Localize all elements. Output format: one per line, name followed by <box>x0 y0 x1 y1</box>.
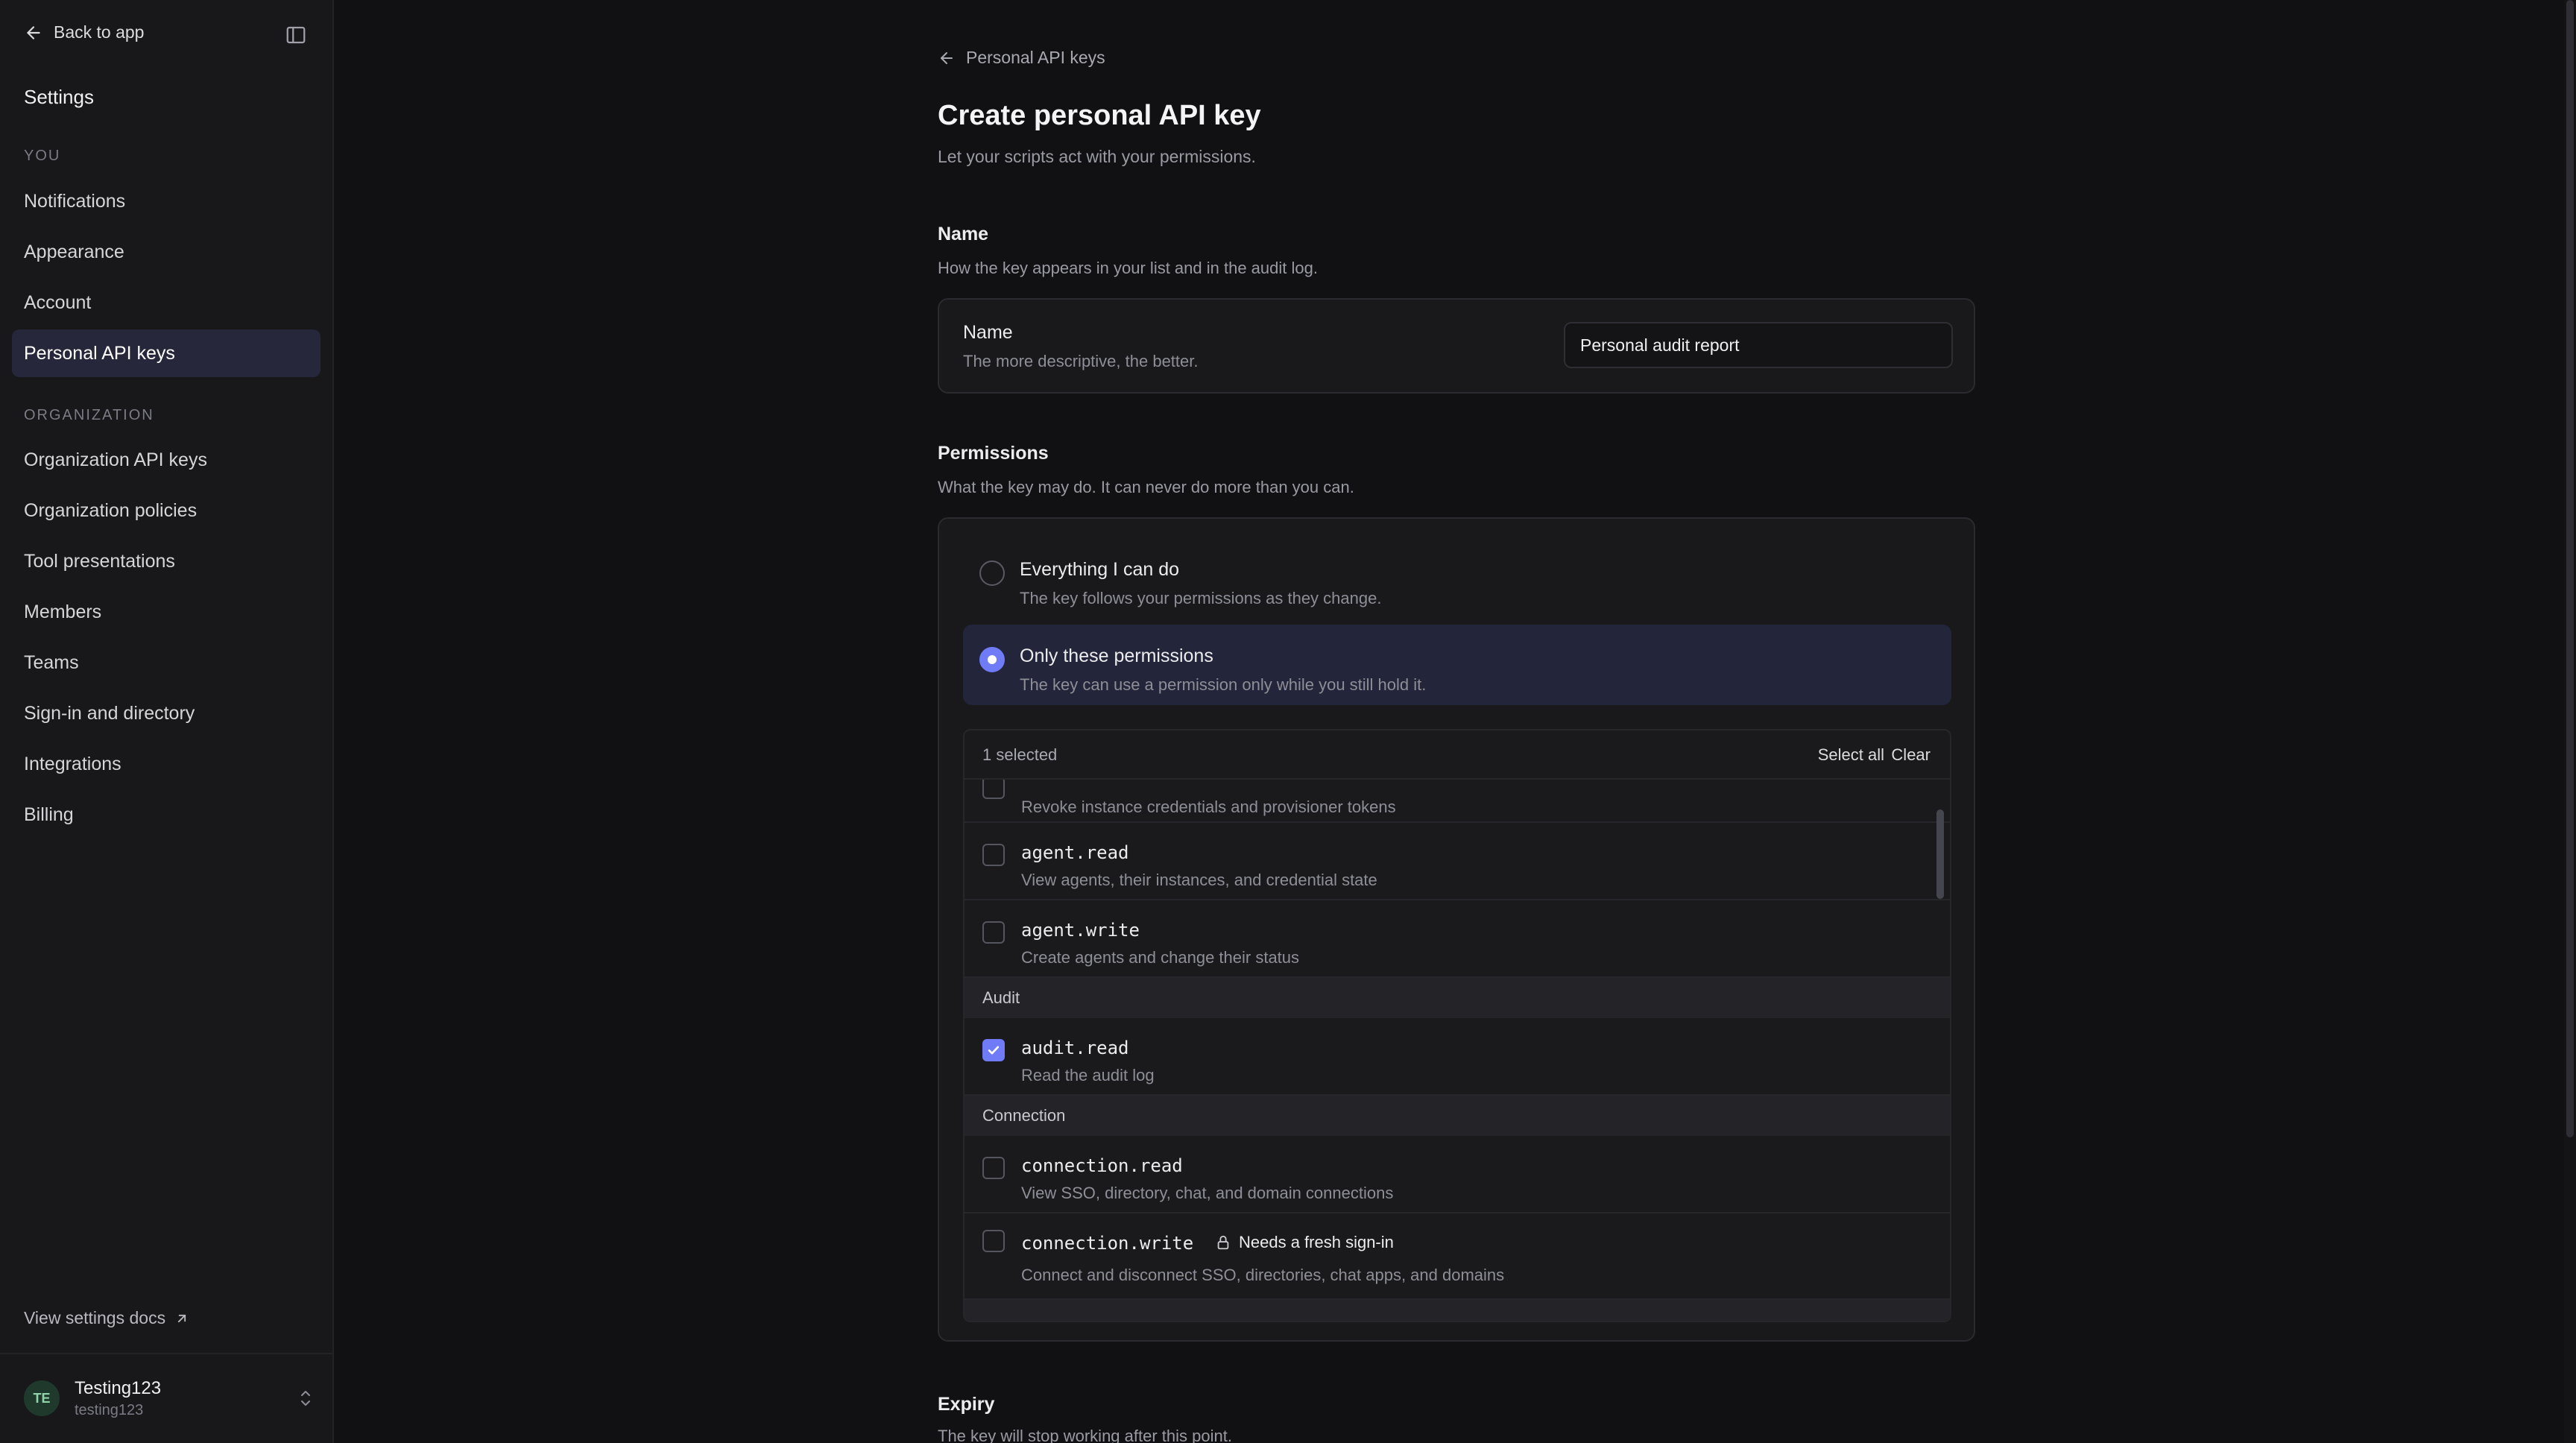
sidebar-item-account[interactable]: Account <box>12 279 321 326</box>
option-everything-description: The key follows your permissions as they… <box>1020 589 1382 607</box>
sidebar-item-teams[interactable]: Teams <box>12 639 321 686</box>
permission-list[interactable]: 1 selected Select all Clear Revoke insta… <box>963 729 1951 1322</box>
breadcrumb[interactable]: Personal API keys <box>938 48 1105 68</box>
permission-checkbox[interactable] <box>982 921 1005 944</box>
permission-description: Revoke instance credentials and provisio… <box>1021 798 1396 816</box>
sidebar-item-appearance[interactable]: Appearance <box>12 228 321 276</box>
section-label-organization: ORGANIZATION <box>24 407 154 423</box>
chevron-up-down-icon <box>301 1391 310 1406</box>
permission-description: Create agents and change their status <box>1021 948 1300 967</box>
avatar: TE <box>24 1380 60 1416</box>
permissions-section-description: What the key may do. It can never do mor… <box>938 478 1354 496</box>
section-label-you: YOU <box>24 148 61 164</box>
check-icon <box>988 1046 1000 1055</box>
sidebar-item-notifications[interactable]: Notifications <box>12 177 321 225</box>
permission-name: agent.read <box>1021 842 1129 863</box>
user-meta: Testing123 testing123 <box>75 1378 161 1419</box>
permission-description: View agents, their instances, and creden… <box>1021 871 1377 889</box>
name-section-description: How the key appears in your list and in … <box>938 259 1318 277</box>
settings-sidebar: Back to app Settings YOU Notifications A… <box>0 0 334 1443</box>
select-all-button[interactable]: Select all <box>1818 745 1884 765</box>
sidebar-item-tool-presentations[interactable]: Tool presentations <box>12 537 321 585</box>
expiry-section-title: Expiry <box>938 1394 995 1415</box>
group-header-audit: Audit <box>965 978 1950 1018</box>
radio-everything[interactable] <box>979 561 1005 586</box>
back-to-app-link[interactable]: Back to app <box>24 22 144 42</box>
permissions-card: Everything I can do The key follows your… <box>938 517 1975 1342</box>
permission-row-audit-read[interactable]: audit.read Read the audit log <box>965 1018 1950 1096</box>
option-only-these-title: Only these permissions <box>1020 645 1213 666</box>
sidebar-item-organization-api-keys[interactable]: Organization API keys <box>12 436 321 484</box>
permission-row-connection-read[interactable]: connection.read View SSO, directory, cha… <box>965 1136 1950 1213</box>
page-subtitle: Let your scripts act with your permissio… <box>938 147 1256 166</box>
permission-list-body: Revoke instance credentials and provisio… <box>965 780 1950 1321</box>
arrow-left-icon <box>941 51 953 64</box>
external-link-icon <box>177 1314 186 1322</box>
expiry-section-description: The key will stop working after this poi… <box>938 1427 1232 1443</box>
fresh-sign-in-badge: Needs a fresh sign-in <box>1215 1233 1394 1252</box>
sidebar-toggle-icon[interactable] <box>285 24 307 46</box>
settings-docs-link[interactable]: View settings docs <box>24 1308 189 1328</box>
permissions-section-title: Permissions <box>938 443 1049 464</box>
group-header <box>965 1300 1950 1321</box>
name-field-label: Name <box>963 322 1013 343</box>
permission-description: Read the audit log <box>1021 1066 1155 1084</box>
user-menu[interactable]: TE Testing123 testing123 <box>24 1377 315 1419</box>
arrow-left-icon <box>27 25 40 40</box>
lock-icon <box>1217 1235 1229 1250</box>
permission-row[interactable]: Revoke instance credentials and provisio… <box>965 780 1950 823</box>
breadcrumb-label: Personal API keys <box>966 48 1105 67</box>
sidebar-item-organization-policies[interactable]: Organization policies <box>12 487 321 534</box>
option-only-these[interactable]: Only these permissions The key can use a… <box>963 625 1951 705</box>
permission-name: connection.write <box>1021 1233 1194 1254</box>
permission-description: View SSO, directory, chat, and domain co… <box>1021 1184 1394 1202</box>
user-handle: testing123 <box>75 1401 144 1418</box>
permission-checkbox[interactable] <box>982 1157 1005 1179</box>
option-only-these-description: The key can use a permission only while … <box>1020 675 1427 694</box>
permission-checkbox-checked[interactable] <box>982 1039 1005 1061</box>
group-header-connection: Connection <box>965 1096 1950 1136</box>
permission-list-header: 1 selected Select all Clear <box>965 730 1950 780</box>
permission-checkbox[interactable] <box>982 1230 1005 1252</box>
radio-only-these[interactable] <box>979 647 1005 672</box>
option-everything-title: Everything I can do <box>1020 559 1180 580</box>
sidebar-item-members[interactable]: Members <box>12 588 321 636</box>
back-to-app-label: Back to app <box>54 22 145 42</box>
sidebar-item-sign-in-and-directory[interactable]: Sign-in and directory <box>12 689 321 737</box>
sidebar-item-billing[interactable]: Billing <box>12 791 321 839</box>
page-scrollbar-track <box>2564 0 2576 1443</box>
fresh-sign-in-label: Needs a fresh sign-in <box>1239 1233 1394 1251</box>
permission-checkbox[interactable] <box>982 844 1005 866</box>
settings-docs-label: View settings docs <box>24 1308 166 1327</box>
sidebar-item-integrations[interactable]: Integrations <box>12 740 321 788</box>
page-scrollbar-thumb[interactable] <box>2566 0 2574 1137</box>
selected-count: 1 selected <box>982 745 1058 764</box>
permission-description: Connect and disconnect SSO, directories,… <box>1021 1266 1505 1284</box>
page-title: Create personal API key <box>938 100 1261 131</box>
permission-row-agent-write[interactable]: agent.write Create agents and change the… <box>965 900 1950 978</box>
user-name: Testing123 <box>75 1377 162 1398</box>
name-input[interactable] <box>1564 322 1953 368</box>
permission-list-scrollbar[interactable] <box>1936 809 1944 899</box>
sidebar-divider <box>0 1353 334 1354</box>
option-everything[interactable]: Everything I can do The key follows your… <box>963 538 1951 619</box>
permission-name: agent.write <box>1021 920 1140 941</box>
name-section-title: Name <box>938 224 989 244</box>
permission-checkbox[interactable] <box>982 780 1005 799</box>
name-field-hint: The more descriptive, the better. <box>963 352 1199 370</box>
permission-row-connection-write[interactable]: connection.write Needs a fresh sign-in C… <box>965 1213 1950 1300</box>
permission-name: audit.read <box>1021 1038 1129 1058</box>
name-card: Name The more descriptive, the better. <box>938 298 1975 394</box>
permission-name: connection.read <box>1021 1155 1183 1176</box>
clear-button[interactable]: Clear <box>1891 745 1931 765</box>
permission-row-agent-read[interactable]: agent.read View agents, their instances,… <box>965 823 1950 900</box>
sidebar-title: Settings <box>24 86 94 108</box>
sidebar-item-personal-api-keys[interactable]: Personal API keys <box>12 329 321 377</box>
